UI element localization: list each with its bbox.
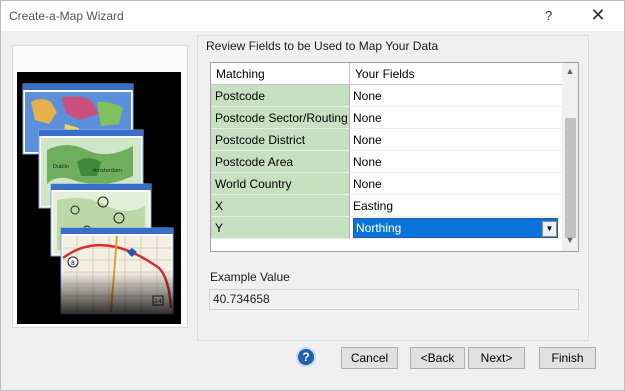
grid-rows: Postcode None Postcode Sector/Routing No… bbox=[211, 85, 562, 239]
svg-text:8: 8 bbox=[71, 260, 75, 267]
field-cell[interactable]: Easting bbox=[350, 195, 562, 217]
title-bar: Create-a-Map Wizard ? ✕ bbox=[1, 1, 624, 31]
table-row[interactable]: World Country None bbox=[211, 173, 562, 195]
chevron-down-icon[interactable]: ▼ bbox=[542, 221, 557, 237]
matching-cell: Postcode Area bbox=[211, 151, 350, 173]
table-row[interactable]: Postcode Sector/Routing None bbox=[211, 107, 562, 129]
grid-scrollbar[interactable]: ▲ ▼ bbox=[562, 63, 578, 251]
table-row[interactable]: Postcode Area None bbox=[211, 151, 562, 173]
column-header-your-fields[interactable]: Your Fields bbox=[350, 63, 562, 85]
example-value-label: Example Value bbox=[210, 270, 290, 284]
svg-text:Dublin: Dublin bbox=[53, 164, 69, 170]
cancel-button[interactable]: Cancel bbox=[341, 347, 398, 369]
down-arrow-icon[interactable]: ▼ bbox=[562, 235, 578, 249]
next-button[interactable]: Next> bbox=[468, 347, 525, 369]
matching-cell: World Country bbox=[211, 173, 350, 195]
column-header-matching[interactable]: Matching bbox=[211, 63, 350, 85]
field-dropdown-value: Northing bbox=[356, 221, 402, 235]
section-title: Review Fields to be Used to Map Your Dat… bbox=[206, 39, 442, 53]
matching-cell: Postcode District bbox=[211, 129, 350, 151]
field-mapping-grid: Matching Your Fields Postcode None Postc… bbox=[210, 62, 579, 252]
example-value-field: 40.734658 bbox=[209, 289, 579, 310]
table-row-selected[interactable]: Y Northing ▼ bbox=[211, 217, 562, 239]
field-dropdown[interactable]: Northing ▼ bbox=[353, 218, 558, 238]
matching-cell: Y bbox=[211, 217, 350, 239]
field-cell[interactable]: None bbox=[350, 107, 562, 129]
scrollbar-thumb[interactable] bbox=[565, 118, 576, 238]
finish-button[interactable]: Finish bbox=[539, 347, 596, 369]
matching-cell: Postcode Sector/Routing bbox=[211, 107, 350, 129]
map-stack-illustration: Dublin Amsterdam 8 bbox=[17, 83, 181, 324]
wizard-window: Create-a-Map Wizard ? ✕ Dublin Amsterdam… bbox=[0, 0, 625, 391]
help-button[interactable]: ? bbox=[296, 347, 316, 367]
field-cell[interactable]: None bbox=[350, 85, 562, 107]
svg-text:Amsterdam: Amsterdam bbox=[93, 168, 122, 174]
close-button[interactable]: ✕ bbox=[587, 5, 609, 27]
matching-cell: Postcode bbox=[211, 85, 350, 107]
matching-cell: X bbox=[211, 195, 350, 217]
field-cell[interactable]: None bbox=[350, 173, 562, 195]
up-arrow-icon[interactable]: ▲ bbox=[562, 66, 578, 80]
wizard-illustration-panel: Dublin Amsterdam 8 bbox=[12, 45, 188, 328]
wizard-illustration: Dublin Amsterdam 8 bbox=[17, 72, 181, 324]
field-cell[interactable]: None bbox=[350, 129, 562, 151]
window-title: Create-a-Map Wizard bbox=[9, 9, 124, 23]
table-row[interactable]: Postcode None bbox=[211, 85, 562, 107]
table-row[interactable]: X Easting bbox=[211, 195, 562, 217]
table-row[interactable]: Postcode District None bbox=[211, 129, 562, 151]
grid-header: Matching Your Fields bbox=[211, 63, 562, 85]
back-button[interactable]: <Back bbox=[410, 347, 465, 369]
field-cell[interactable]: None bbox=[350, 151, 562, 173]
titlebar-help-button[interactable]: ? bbox=[545, 8, 552, 23]
